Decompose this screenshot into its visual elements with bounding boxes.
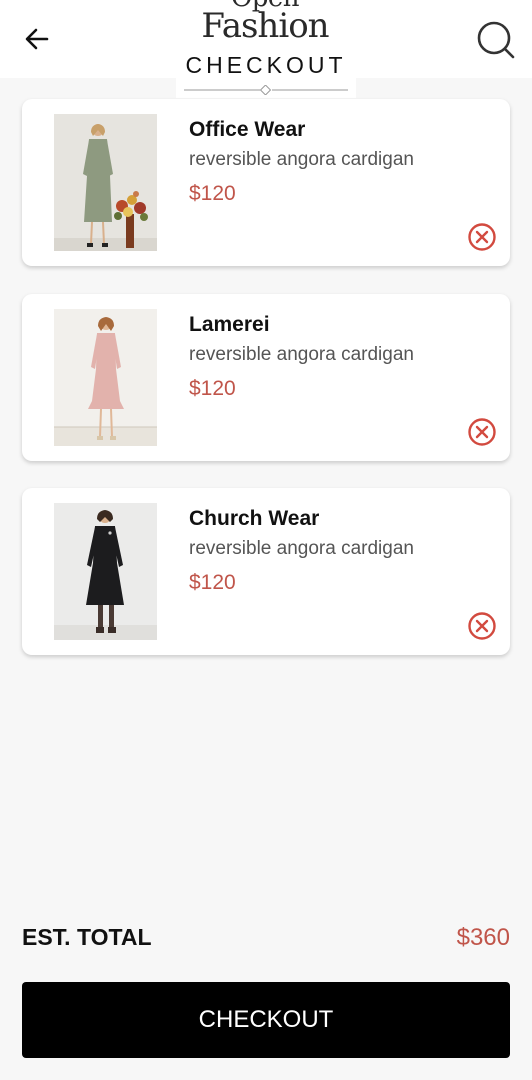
total-value: $360: [456, 924, 510, 951]
product-title[interactable]: Church Wear: [189, 507, 319, 531]
product-image[interactable]: [54, 309, 157, 446]
checkout-button[interactable]: CHECKOUT: [22, 982, 510, 1058]
product-image[interactable]: [54, 503, 157, 640]
cart-item-card: Church Wear reversible angora cardigan $…: [22, 488, 510, 655]
product-title[interactable]: Office Wear: [189, 118, 305, 142]
remove-circle-icon: [468, 612, 496, 640]
product-image[interactable]: [54, 114, 157, 251]
remove-item-button[interactable]: [466, 221, 498, 253]
arrow-left-icon: [25, 28, 49, 50]
cart-item-card: Office Wear reversible angora cardigan $…: [22, 99, 510, 266]
product-price: $120: [189, 377, 236, 400]
remove-item-button[interactable]: [466, 610, 498, 642]
remove-circle-icon: [468, 223, 496, 251]
checkout-screen: Open Fashion CHECKOUT: [0, 0, 532, 1080]
cart-item-card: Lamerei reversible angora cardigan $120: [22, 294, 510, 461]
page-title: CHECKOUT: [185, 52, 347, 78]
product-description: reversible angora cardigan: [189, 149, 414, 170]
total-label: EST. TOTAL: [22, 924, 152, 950]
product-price: $120: [189, 182, 236, 205]
page-title-block: CHECKOUT: [176, 48, 356, 98]
search-icon: [477, 21, 515, 59]
logo-line-2: Fashion: [201, 6, 329, 38]
product-description: reversible angora cardigan: [189, 538, 414, 559]
product-description: reversible angora cardigan: [189, 344, 414, 365]
brand-logo: Open Fashion: [190, 0, 340, 38]
title-divider: [184, 85, 348, 95]
back-button[interactable]: [22, 24, 52, 54]
remove-item-button[interactable]: [466, 416, 498, 448]
product-title[interactable]: Lamerei: [189, 313, 270, 337]
remove-circle-icon: [468, 418, 496, 446]
product-price: $120: [189, 571, 236, 594]
search-button[interactable]: [474, 18, 518, 62]
